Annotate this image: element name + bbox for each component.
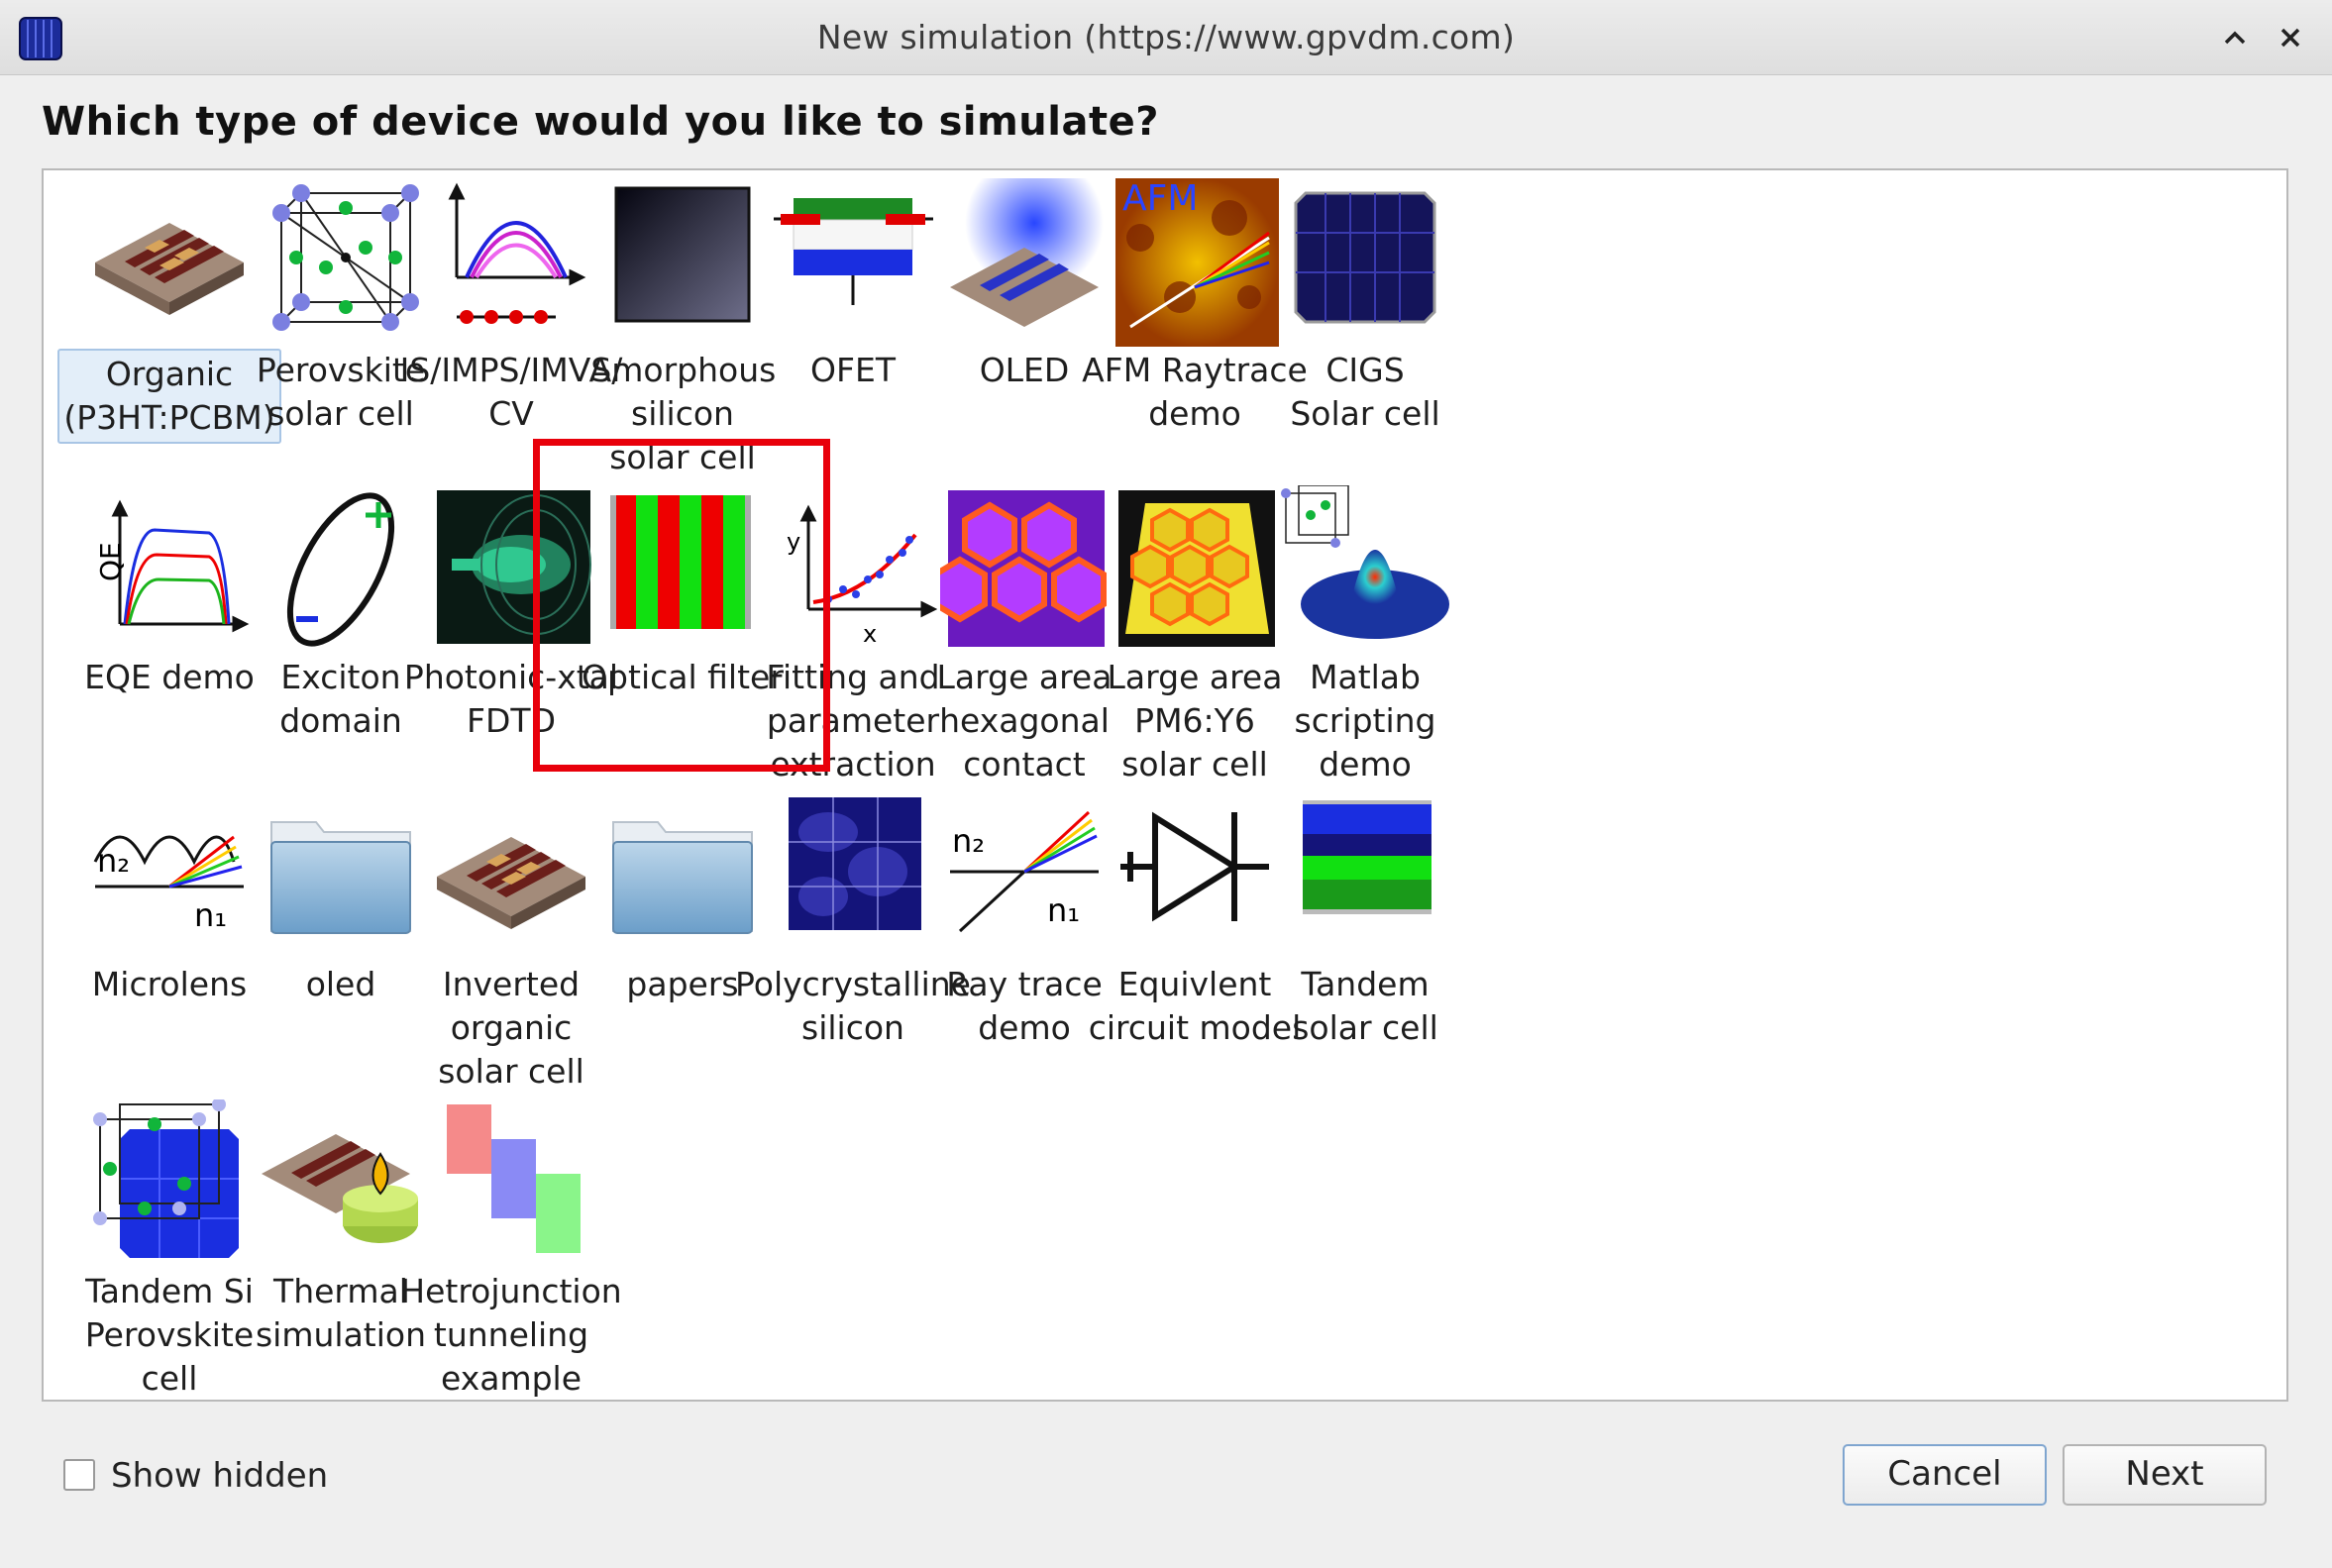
highlight-box bbox=[533, 439, 830, 772]
next-button[interactable]: Next bbox=[2063, 1444, 2267, 1506]
thermal-candle-icon bbox=[257, 1099, 425, 1268]
impedance-arcs-icon bbox=[427, 178, 595, 347]
close-icon[interactable] bbox=[2271, 18, 2310, 57]
tandem-crystal-panel-icon bbox=[85, 1099, 254, 1268]
show-hidden-label: Show hidden bbox=[111, 1456, 329, 1496]
device-label-line: cell bbox=[141, 1359, 198, 1398]
afm-raytrace-icon: AFM bbox=[1111, 178, 1279, 347]
matlab-surface-icon bbox=[1281, 485, 1449, 654]
svg-text:n₁: n₁ bbox=[194, 896, 227, 934]
device-label-line: Tandem bbox=[1301, 965, 1430, 1003]
qe-curve-icon: QE bbox=[85, 485, 254, 654]
device-label-line: organic bbox=[450, 1008, 573, 1047]
svg-text:n₂: n₂ bbox=[952, 822, 985, 860]
title-bar: New simulation (https://www.gpvdm.com) bbox=[0, 0, 2332, 75]
device-label: CIGS Solar cell bbox=[1226, 349, 1504, 436]
oled-glow-icon bbox=[940, 178, 1109, 347]
dark-panel-icon bbox=[598, 178, 767, 347]
hexagon-panel-icon bbox=[1111, 485, 1279, 654]
device-label: Matlab scripting demo bbox=[1226, 656, 1504, 786]
transistor-layers-icon bbox=[769, 178, 937, 347]
band-blocks-icon bbox=[427, 1099, 595, 1268]
device-label: Hetrojunction tunneling example bbox=[372, 1270, 650, 1401]
device-label-line: Solar cell bbox=[1290, 394, 1440, 433]
dialog-question: Which type of device would you like to s… bbox=[42, 99, 1159, 145]
device-label-line: solar cell bbox=[438, 1052, 584, 1091]
folder-icon bbox=[598, 792, 767, 961]
microlens-icon: n₂ n₁ bbox=[85, 792, 254, 961]
device-label-line: CIGS bbox=[1325, 351, 1405, 389]
polysilicon-icon bbox=[769, 792, 937, 961]
tandem-layers-icon bbox=[1281, 792, 1449, 961]
perovskite-crystal-icon bbox=[257, 178, 425, 347]
svg-text:QE: QE bbox=[94, 542, 127, 581]
device-label-line: Matlab bbox=[1310, 658, 1421, 696]
cancel-button[interactable]: Cancel bbox=[1843, 1444, 2047, 1506]
window-title: New simulation (https://www.gpvdm.com) bbox=[816, 18, 1516, 56]
device-label-line: demo bbox=[1319, 745, 1412, 784]
device-label-line: tunneling bbox=[433, 1315, 589, 1354]
device-label: Tandem solar cell bbox=[1226, 963, 1504, 1050]
exciton-ellipse-icon bbox=[257, 485, 425, 654]
device-label-line: Hetrojunction bbox=[400, 1272, 622, 1310]
maximize-icon[interactable] bbox=[2215, 18, 2255, 57]
show-hidden-checkbox[interactable] bbox=[63, 1459, 95, 1491]
device-label-line: solar cell bbox=[1292, 1008, 1438, 1047]
organic-device-icon bbox=[85, 178, 254, 347]
svg-text:n₂: n₂ bbox=[97, 842, 130, 880]
svg-text:x: x bbox=[863, 620, 877, 648]
device-label-line: example bbox=[440, 1359, 583, 1398]
solar-panel-icon bbox=[1281, 178, 1449, 347]
device-label-line: scripting bbox=[1294, 701, 1436, 740]
organic-device-icon bbox=[427, 792, 595, 961]
device-label-line: silicon bbox=[631, 394, 734, 433]
diode-icon bbox=[1111, 792, 1279, 961]
svg-text:n₁: n₁ bbox=[1047, 891, 1080, 929]
svg-text:AFM: AFM bbox=[1122, 178, 1198, 219]
hexagon-contact-icon bbox=[940, 485, 1109, 654]
folder-icon bbox=[257, 792, 425, 961]
ray-refraction-icon: n₂ n₁ bbox=[940, 792, 1109, 961]
